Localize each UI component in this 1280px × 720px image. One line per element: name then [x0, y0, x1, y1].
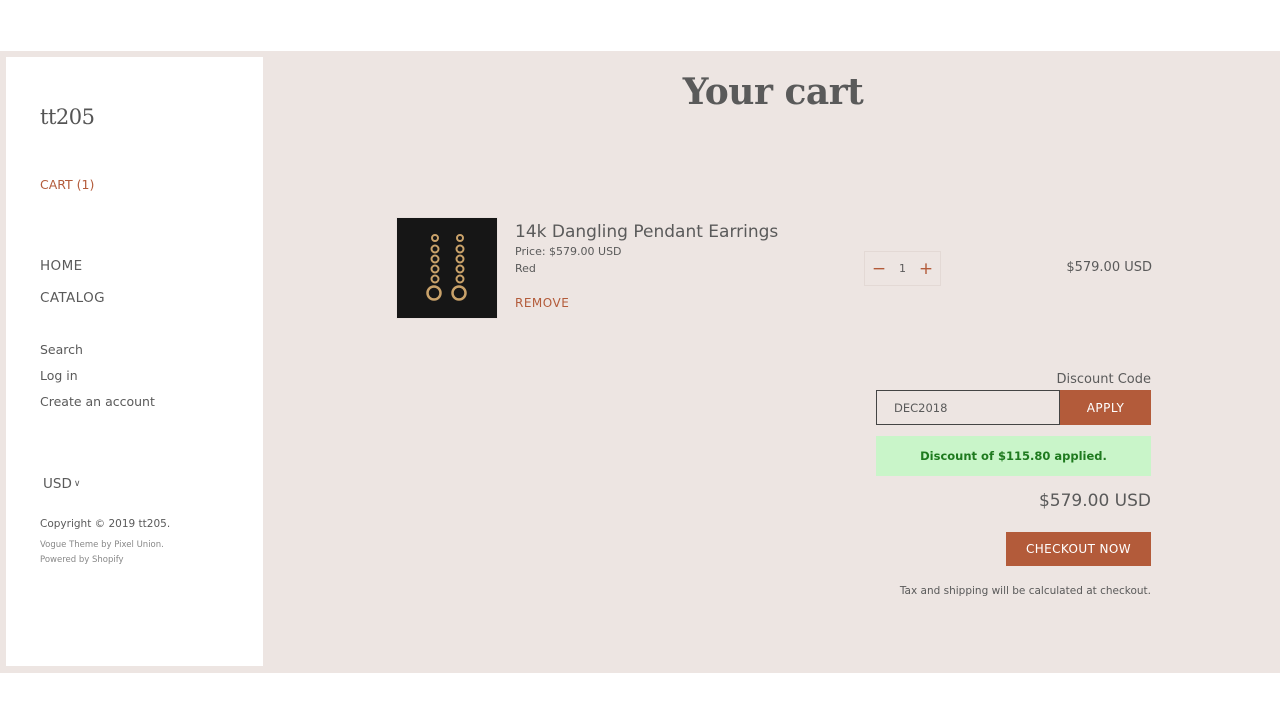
nav-item-login[interactable]: Log in — [40, 368, 155, 394]
chevron-down-icon: ∨ — [73, 479, 81, 489]
apply-discount-button[interactable]: APPLY — [1060, 390, 1151, 425]
store-logo[interactable]: tt205 — [40, 105, 95, 129]
page-frame: tt205 CART (1) HOME CATALOG Search Log i… — [0, 51, 1280, 673]
nav-item-search[interactable]: Search — [40, 342, 155, 368]
powered-by-link[interactable]: Powered by Shopify — [40, 553, 164, 568]
currency-selector[interactable]: USD ∨ — [43, 476, 80, 492]
cart-item-row: 14k Dangling Pendant Earrings Price: $57… — [396, 217, 1152, 319]
minus-icon[interactable]: − — [871, 259, 887, 279]
remove-item-link[interactable]: REMOVE — [515, 296, 569, 310]
line-total: $579.00 USD — [1066, 260, 1152, 275]
cart-subtotal: $579.00 USD — [1038, 491, 1151, 511]
nav-item-catalog[interactable]: CATALOG — [40, 290, 105, 307]
copyright-text: Copyright © 2019 tt205. — [40, 518, 171, 530]
product-price: Price: $579.00 USD — [515, 245, 622, 258]
product-variant: Red — [515, 262, 536, 275]
cart-main: Your cart 14k Dangling Pendant Earrings … — [263, 51, 1280, 673]
product-image[interactable] — [396, 217, 498, 319]
sidebar: tt205 CART (1) HOME CATALOG Search Log i… — [6, 57, 263, 666]
account-nav: Search Log in Create an account — [40, 342, 155, 420]
main-nav: HOME CATALOG — [40, 258, 105, 322]
plus-icon[interactable]: + — [918, 259, 934, 279]
currency-value: USD — [43, 476, 72, 492]
nav-item-create-account[interactable]: Create an account — [40, 394, 155, 420]
quantity-input[interactable] — [890, 262, 915, 275]
discount-code-label: Discount Code — [1056, 372, 1152, 387]
quantity-stepper: − + — [864, 251, 941, 286]
nav-item-home[interactable]: HOME — [40, 258, 105, 275]
product-title-link[interactable]: 14k Dangling Pendant Earrings — [515, 222, 778, 242]
checkout-button[interactable]: CHECKOUT NOW — [1006, 532, 1151, 566]
discount-success-message: Discount of $115.80 applied. — [876, 436, 1151, 476]
earrings-image — [397, 218, 497, 318]
discount-code-input[interactable] — [876, 390, 1060, 425]
tax-shipping-note: Tax and shipping will be calculated at c… — [899, 585, 1151, 597]
page-title: Your cart — [682, 71, 864, 113]
credits: Vogue Theme by Pixel Union. Powered by S… — [40, 538, 164, 568]
theme-credit-link[interactable]: Vogue Theme by Pixel Union. — [40, 538, 164, 553]
cart-link[interactable]: CART (1) — [40, 177, 94, 192]
